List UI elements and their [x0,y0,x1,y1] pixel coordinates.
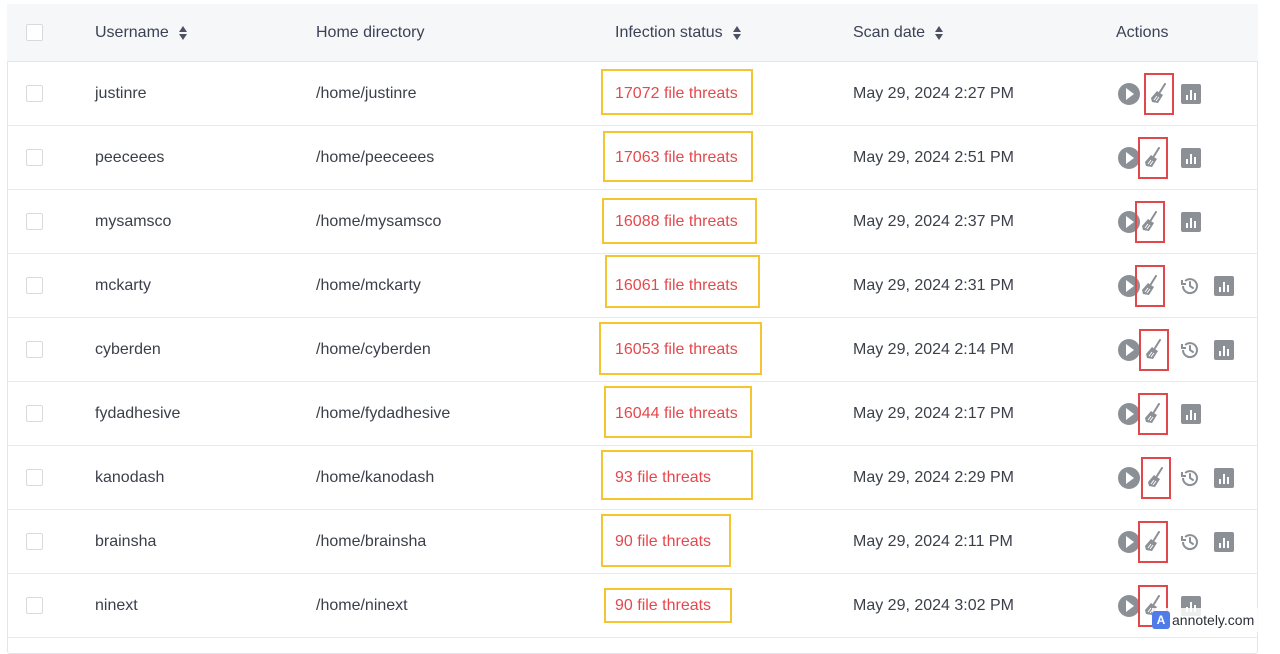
broom-icon[interactable] [1143,530,1163,553]
username-cell: mysamsco [95,212,172,230]
scan-date-cell: May 29, 2024 2:37 PM [853,212,1014,230]
column-header-home-directory: Home directory [316,23,425,41]
table-row: brainsha/home/brainsha 90 file threats May… [7,510,1258,574]
play-icon[interactable] [1118,338,1140,361]
scan-date-cell: May 29, 2024 2:29 PM [853,468,1014,486]
column-header-actions: Actions [1116,23,1169,41]
column-header-infection-status[interactable]: Infection status [615,4,741,61]
scan-date-cell: May 29, 2024 2:51 PM [853,148,1014,166]
broom-icon[interactable] [1149,82,1169,105]
play-icon[interactable] [1118,466,1140,489]
stats-icon[interactable] [1214,339,1234,360]
play-icon[interactable] [1118,146,1140,169]
row-checkbox[interactable] [26,84,43,102]
broom-icon[interactable] [1140,274,1160,297]
annotely-logo-icon: A [1152,611,1170,629]
play-icon[interactable] [1118,82,1140,105]
scan-date-cell: May 29, 2024 2:17 PM [853,404,1014,422]
table-row: ninext/home/ninext 90 file threats May 29,… [7,574,1258,638]
table-row: mckarty/home/mckarty 16061 file threats Ma… [7,254,1258,318]
history-icon[interactable] [1179,531,1201,553]
scan-date-cell: May 29, 2024 2:14 PM [853,340,1014,358]
column-header-username[interactable]: Username [95,4,187,61]
broom-icon[interactable] [1143,146,1163,169]
broom-icon[interactable] [1146,466,1166,489]
history-icon[interactable] [1179,339,1201,361]
row-checkbox[interactable] [26,276,43,294]
row-checkbox[interactable] [26,212,43,230]
broom-icon[interactable] [1144,338,1164,361]
scan-date-cell: May 29, 2024 2:11 PM [853,532,1013,550]
stats-icon[interactable] [1181,147,1201,168]
username-cell: fydadhesive [95,404,181,422]
scan-date-cell: May 29, 2024 2:31 PM [853,276,1014,294]
table-row: fydadhesive/home/fydadhesive 16044 file t… [7,382,1258,446]
home-directory-cell: /home/justinre [316,84,417,102]
username-cell: cyberden [95,340,161,358]
sort-icon[interactable] [935,25,944,41]
stats-icon[interactable] [1214,275,1234,296]
username-cell: mckarty [95,276,151,294]
row-checkbox[interactable] [26,532,43,550]
stats-icon[interactable] [1181,83,1201,104]
play-icon[interactable] [1118,594,1140,617]
home-directory-cell: /home/ninext [316,596,408,614]
home-directory-cell: /home/mysamsco [316,212,442,230]
row-checkbox[interactable] [26,340,43,358]
broom-icon[interactable] [1143,402,1163,425]
table-row: cyberden/home/cyberden 16053 file threats… [7,318,1258,382]
home-directory-cell: /home/fydadhesive [316,404,451,422]
play-icon[interactable] [1118,402,1140,425]
sort-icon[interactable] [732,25,741,41]
select-all-checkbox[interactable] [26,23,43,41]
history-icon[interactable] [1179,275,1201,297]
home-directory-cell: /home/kanodash [316,468,435,486]
home-directory-cell: /home/mckarty [316,276,421,294]
watermark: A annotely.com [1152,608,1261,632]
username-cell: kanodash [95,468,165,486]
stats-icon[interactable] [1181,211,1201,232]
username-cell: ninext [95,596,138,614]
table-row: mysamsco/home/mysamsco 16088 file threats… [7,190,1258,254]
row-checkbox[interactable] [26,148,43,166]
stats-icon[interactable] [1181,403,1201,424]
home-directory-cell: /home/cyberden [316,340,431,358]
scan-date-cell: May 29, 2024 3:02 PM [853,596,1014,614]
row-checkbox[interactable] [26,596,43,614]
row-checkbox[interactable] [26,468,43,486]
broom-icon[interactable] [1140,210,1160,233]
table-row: justinre/home/justinre 17072 file threats… [7,62,1258,126]
home-directory-cell: /home/peeceees [316,148,435,166]
username-cell: peeceees [95,148,165,166]
play-icon[interactable] [1118,530,1140,553]
stats-icon[interactable] [1214,467,1234,488]
scan-date-cell: May 29, 2024 2:27 PM [853,84,1014,102]
table-header: Username Home directory Infection status… [7,4,1258,62]
row-checkbox[interactable] [26,404,43,422]
table-row: kanodash/home/kanodash 93 file threats May… [7,446,1258,510]
sort-icon[interactable] [178,25,187,41]
history-icon[interactable] [1179,467,1201,489]
username-cell: justinre [95,84,147,102]
stats-icon[interactable] [1214,531,1234,552]
username-cell: brainsha [95,532,157,550]
table-row: peeceees/home/peeceees 17063 file threats… [7,126,1258,190]
home-directory-cell: /home/brainsha [316,532,427,550]
column-header-scan-date[interactable]: Scan date [853,4,944,61]
